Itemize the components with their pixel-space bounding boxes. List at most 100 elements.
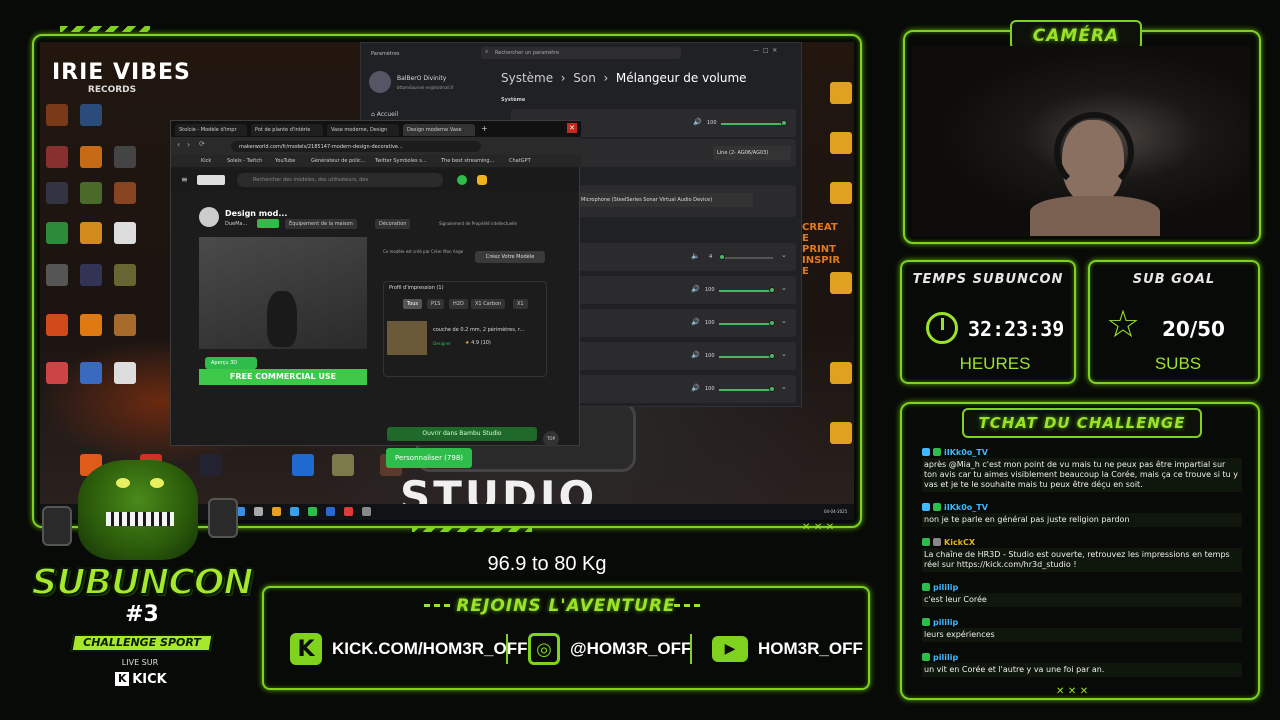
desktop-icon[interactable] [80, 314, 102, 336]
report-link[interactable]: Signalement de Propriété intellectuelle [439, 221, 517, 226]
profile-tab[interactable]: X1 Carbon [471, 299, 506, 309]
personalize-button[interactable]: Personnaliser (798) [386, 448, 472, 468]
makerworld-logo-icon[interactable] [197, 175, 225, 185]
forward-icon[interactable]: › [187, 140, 190, 149]
breadcrumb-item[interactable]: Son [573, 71, 596, 85]
bookmark-item[interactable]: The best streaming... [441, 158, 494, 164]
desktop-icon[interactable] [46, 104, 68, 126]
desktop-icon[interactable] [332, 454, 354, 476]
desktop-icon[interactable] [46, 314, 68, 336]
desktop-icon[interactable] [830, 182, 852, 204]
desktop-icon[interactable] [46, 146, 68, 168]
youtube-link[interactable]: ▶ HOM3R_OFF [712, 633, 863, 665]
taskbar-icon[interactable] [308, 507, 317, 516]
menu-icon[interactable]: ≡ [181, 175, 188, 184]
input-device-select[interactable]: Microphone (SteelSeries Sonar Virtual Au… [577, 193, 753, 207]
category-chip[interactable]: Décoration [375, 219, 411, 229]
desktop-icon[interactable] [830, 422, 852, 444]
browser-tab-active[interactable]: Design moderne Vase [403, 124, 475, 136]
chat-username[interactable]: KickCX [944, 538, 975, 547]
close-icon[interactable]: ✕ [567, 123, 577, 133]
bookmark-item[interactable]: Twitter Symboles s... [375, 158, 427, 164]
open-bambu-button[interactable]: Ouvrir dans Bambu Studio [387, 427, 537, 441]
follow-badge[interactable] [257, 219, 279, 228]
scroll-top-button[interactable]: TOP [543, 431, 559, 447]
desktop-icon[interactable] [80, 264, 102, 286]
desktop-icon[interactable] [80, 104, 102, 126]
volume-fill[interactable] [719, 389, 773, 391]
desktop-icon[interactable] [830, 362, 852, 384]
chevron-down-icon[interactable]: ⌄ [781, 350, 787, 358]
create-model-button[interactable]: Créez Votre Modèle [475, 251, 545, 263]
volume-fill[interactable] [719, 356, 773, 358]
chevron-down-icon[interactable]: ⌄ [781, 251, 787, 259]
volume-slider-knob[interactable] [719, 254, 725, 260]
window-controls[interactable]: — □ ✕ [753, 47, 777, 54]
reload-icon[interactable]: ⟳ [199, 140, 205, 148]
breadcrumb-item[interactable]: Système [501, 71, 553, 85]
desktop-icon[interactable] [80, 182, 102, 204]
desktop-icon[interactable] [114, 222, 136, 244]
coin-icon[interactable] [477, 175, 487, 185]
new-tab-icon[interactable]: + [481, 124, 488, 133]
desktop-icon[interactable] [830, 132, 852, 154]
bookmark-item[interactable]: Soleis - Twitch [227, 158, 262, 164]
desktop-icon[interactable] [114, 182, 136, 204]
desktop-icon[interactable] [80, 146, 102, 168]
desktop-icon[interactable] [80, 362, 102, 384]
desktop-icon[interactable] [114, 264, 136, 286]
taskbar-icon[interactable] [344, 507, 353, 516]
profile-tab[interactable]: Tous [403, 299, 423, 309]
volume-slider-knob[interactable] [781, 120, 787, 126]
taskbar-icon[interactable] [326, 507, 335, 516]
instagram-link[interactable]: ◎ @HOM3R_OFF [528, 633, 691, 665]
desktop-icon[interactable] [46, 182, 68, 204]
bookmark-item[interactable]: ChatGPT [509, 158, 531, 164]
mw-search-input[interactable]: Rechercher des modèles, des utilisateurs… [237, 173, 443, 187]
volume-slider-knob[interactable] [769, 320, 775, 326]
taskbar-icon[interactable] [362, 507, 371, 516]
profile-desc[interactable]: couche de 0.2 mm, 2 périmètres, r... [433, 327, 524, 333]
browser-tab[interactable]: Pot de plante d'intérie [251, 124, 323, 136]
bookmark-item[interactable]: YouTube [275, 158, 295, 164]
output-device-select[interactable]: Line (2- AG06/AG03) [713, 146, 791, 160]
desktop-icon[interactable] [114, 314, 136, 336]
chat-username[interactable]: pililip [933, 653, 958, 662]
profile-tab[interactable]: X1 [513, 299, 528, 309]
sidebar-item-home[interactable]: ⌂ Accueil [371, 111, 398, 118]
taskbar-icon[interactable] [272, 507, 281, 516]
chat-username[interactable]: pililip [933, 618, 958, 627]
upload-icon[interactable] [457, 175, 467, 185]
profile-thumbnail[interactable] [387, 321, 427, 355]
volume-slider-knob[interactable] [769, 287, 775, 293]
kick-link[interactable]: K KICK.COM/HOM3R_OFF [290, 633, 528, 665]
volume-slider-knob[interactable] [769, 386, 775, 392]
desktop-icon[interactable] [830, 82, 852, 104]
volume-slider-knob[interactable] [769, 353, 775, 359]
settings-search[interactable]: ⌕ Rechercher un paramètre [481, 47, 681, 59]
volume-fill[interactable] [719, 290, 773, 292]
chevron-down-icon[interactable]: ⌄ [781, 383, 787, 391]
category-chip[interactable]: Équipement de la maison [285, 219, 357, 229]
taskbar-icon[interactable] [290, 507, 299, 516]
chevron-down-icon[interactable]: ⌄ [781, 284, 787, 292]
browser-tab[interactable]: Stoïcie - Modèle d'impr [175, 124, 247, 136]
model-author[interactable]: DueMa... [225, 221, 247, 227]
desktop-icon[interactable] [114, 146, 136, 168]
desktop-icon[interactable] [46, 264, 68, 286]
desktop-icon[interactable] [46, 362, 68, 384]
bookmark-item[interactable]: Générateur de polic... [311, 158, 366, 164]
browser-tab[interactable]: Vase moderne, Design [327, 124, 399, 136]
address-bar[interactable]: makerworld.com/fr/models/2185147-modern-… [231, 141, 481, 152]
volume-fill[interactable] [719, 323, 773, 325]
clock-date[interactable]: 04-04-2025 [824, 509, 847, 514]
bookmark-item[interactable]: Kick [201, 158, 211, 164]
back-icon[interactable]: ‹ [177, 140, 180, 149]
chat-username[interactable]: iIKk0o_TV [944, 448, 988, 457]
profile-tab[interactable]: P1S [427, 299, 445, 309]
chevron-down-icon[interactable]: ⌄ [781, 317, 787, 325]
profile-tab[interactable]: H2D [449, 299, 468, 309]
chat-username[interactable]: iIKk0o_TV [944, 503, 988, 512]
preview-3d-button[interactable]: Aperçu 3D [205, 357, 257, 369]
desktop-icon[interactable] [80, 222, 102, 244]
